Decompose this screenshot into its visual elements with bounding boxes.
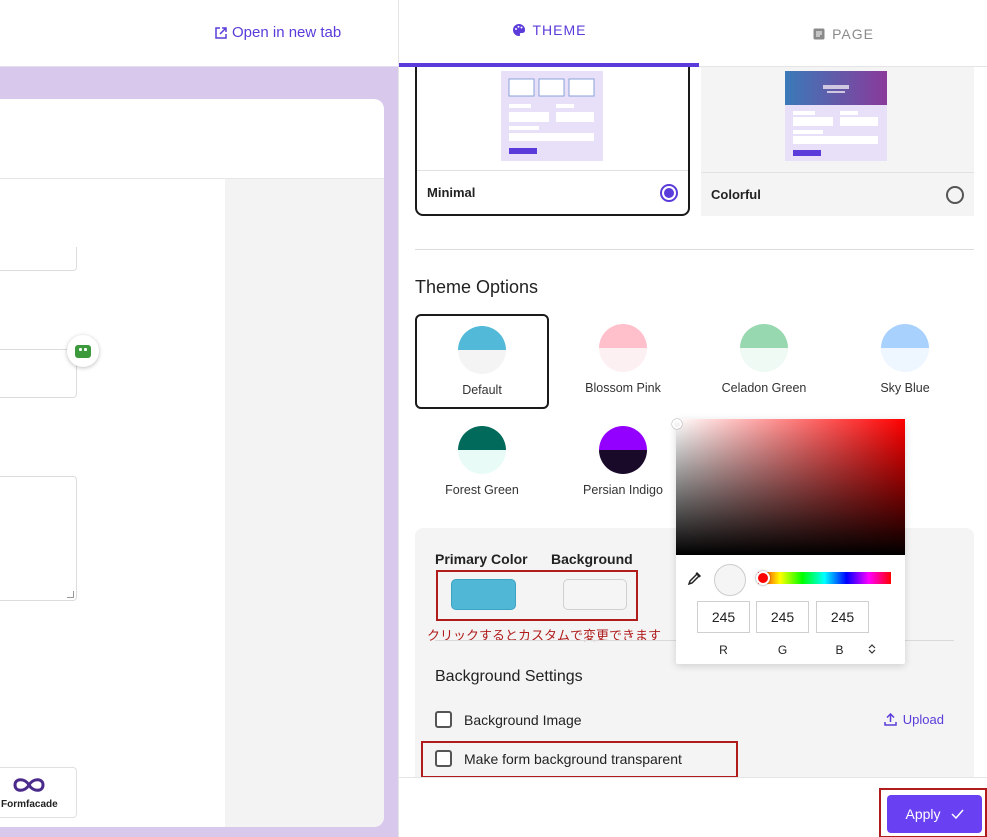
app-root: Open in new tab Formfacade THEME PAGE Mi… <box>0 0 987 837</box>
swatch-circle <box>458 326 506 374</box>
theme-swatch-celadon-green[interactable]: Celadon Green <box>697 314 831 409</box>
swatch-label: Default <box>462 383 502 397</box>
layout-radio[interactable] <box>946 185 964 204</box>
swatch-label: Forest Green <box>445 483 519 497</box>
tab-theme-label: THEME <box>532 22 587 38</box>
upload-icon <box>884 713 897 726</box>
color-preview-swatch <box>714 564 746 596</box>
background-color-label: Background <box>551 551 633 567</box>
background-settings-title: Background Settings <box>435 668 583 685</box>
tab-page-label: PAGE <box>832 25 874 42</box>
green-input[interactable]: 245 <box>756 601 809 633</box>
background-image-checkbox-row[interactable]: Background Image <box>435 711 582 728</box>
layout-label: Colorful <box>711 187 761 202</box>
document-icon <box>813 28 825 39</box>
external-link-icon <box>215 26 227 39</box>
minimal-layout-thumbnail <box>501 71 603 161</box>
theme-swatch-persian-indigo[interactable]: Persian Indigo <box>556 416 690 511</box>
primary-color-label: Primary Color <box>435 551 528 567</box>
saturation-cursor[interactable] <box>672 419 682 429</box>
swatch-label: Sky Blue <box>880 381 930 395</box>
robot-icon <box>75 344 91 358</box>
upload-button[interactable]: Upload <box>884 712 944 727</box>
form-preview-pane: Open in new tab Formfacade <box>0 0 398 837</box>
chevron-up-down-icon <box>868 644 876 654</box>
section-divider <box>415 249 974 250</box>
form-textarea[interactable] <box>0 476 77 601</box>
panel-footer: Apply <box>399 777 987 837</box>
layout-card-minimal[interactable]: Minimal <box>415 67 690 216</box>
background-image-checkbox[interactable] <box>435 711 452 728</box>
tab-theme[interactable]: THEME <box>399 0 699 67</box>
blue-label: B <box>835 643 844 657</box>
annotation-note: クリックするとカスタムで変更できます <box>427 629 662 644</box>
red-label: R <box>719 643 728 657</box>
apply-label: Apply <box>905 806 941 822</box>
form-text-field[interactable] <box>0 349 77 398</box>
upload-label: Upload <box>902 712 944 727</box>
form-header <box>0 99 384 179</box>
apply-button[interactable]: Apply <box>887 795 982 833</box>
transparent-background-label: Make form background transparent <box>464 750 682 767</box>
layout-card-colorful[interactable]: Colorful <box>701 67 974 216</box>
eyedropper-icon[interactable] <box>687 570 703 586</box>
theme-options-title: Theme Options <box>415 277 539 297</box>
formfacade-logo-text: Formfacade <box>1 799 58 810</box>
transparent-background-checkbox[interactable] <box>435 750 452 767</box>
tab-bar: THEME PAGE <box>399 0 987 67</box>
transparent-checkbox-row[interactable]: Make form background transparent <box>435 750 682 767</box>
form-text-field[interactable] <box>0 247 77 271</box>
theme-swatch-forest-green[interactable]: Forest Green <box>415 416 549 511</box>
check-icon <box>950 809 964 819</box>
open-in-new-tab-label: Open in new tab <box>232 24 342 41</box>
layout-radio[interactable] <box>660 183 678 202</box>
background-image-label: Background Image <box>464 711 582 728</box>
primary-color-button[interactable] <box>451 579 516 610</box>
formfacade-logo[interactable]: Formfacade <box>0 767 77 818</box>
tab-page[interactable]: PAGE <box>699 0 987 67</box>
swatch-label: Celadon Green <box>721 381 807 395</box>
red-input[interactable]: 245 <box>697 601 750 633</box>
green-label: G <box>777 643 788 657</box>
hue-slider[interactable] <box>758 572 891 584</box>
blue-input[interactable]: 245 <box>816 601 869 633</box>
layout-label: Minimal <box>427 185 476 200</box>
swatch-label: Persian Indigo <box>583 483 663 497</box>
swatch-circle <box>599 426 647 474</box>
swatch-circle <box>881 324 929 372</box>
theme-swatch-blossom-pink[interactable]: Blossom Pink <box>556 314 690 409</box>
hue-slider-handle[interactable] <box>756 571 770 585</box>
preview-toolbar: Open in new tab <box>0 0 398 67</box>
chatbot-button[interactable] <box>67 335 99 367</box>
layout-footer: Colorful <box>701 172 974 216</box>
background-color-button[interactable] <box>563 579 627 610</box>
swatch-circle <box>740 324 788 372</box>
theme-swatch-default[interactable]: Default <box>415 314 549 409</box>
form-body: Formfacade <box>0 179 225 818</box>
layout-footer: Minimal <box>417 170 688 214</box>
format-toggle-stepper[interactable] <box>868 643 876 658</box>
swatch-label: Blossom Pink <box>585 381 661 395</box>
form-card: Formfacade <box>0 99 384 827</box>
open-in-new-tab-link[interactable]: Open in new tab <box>214 24 341 41</box>
color-picker-popover: 245 245 245 R G B <box>672 419 905 664</box>
saturation-area[interactable] <box>672 419 905 555</box>
colorful-layout-thumbnail <box>785 71 887 161</box>
infinity-logo-icon <box>13 778 45 792</box>
swatch-circle <box>458 426 506 474</box>
palette-icon <box>512 23 525 36</box>
theme-swatch-sky-blue[interactable]: Sky Blue <box>838 314 972 409</box>
swatch-circle <box>599 324 647 372</box>
form-side-area <box>225 179 384 827</box>
